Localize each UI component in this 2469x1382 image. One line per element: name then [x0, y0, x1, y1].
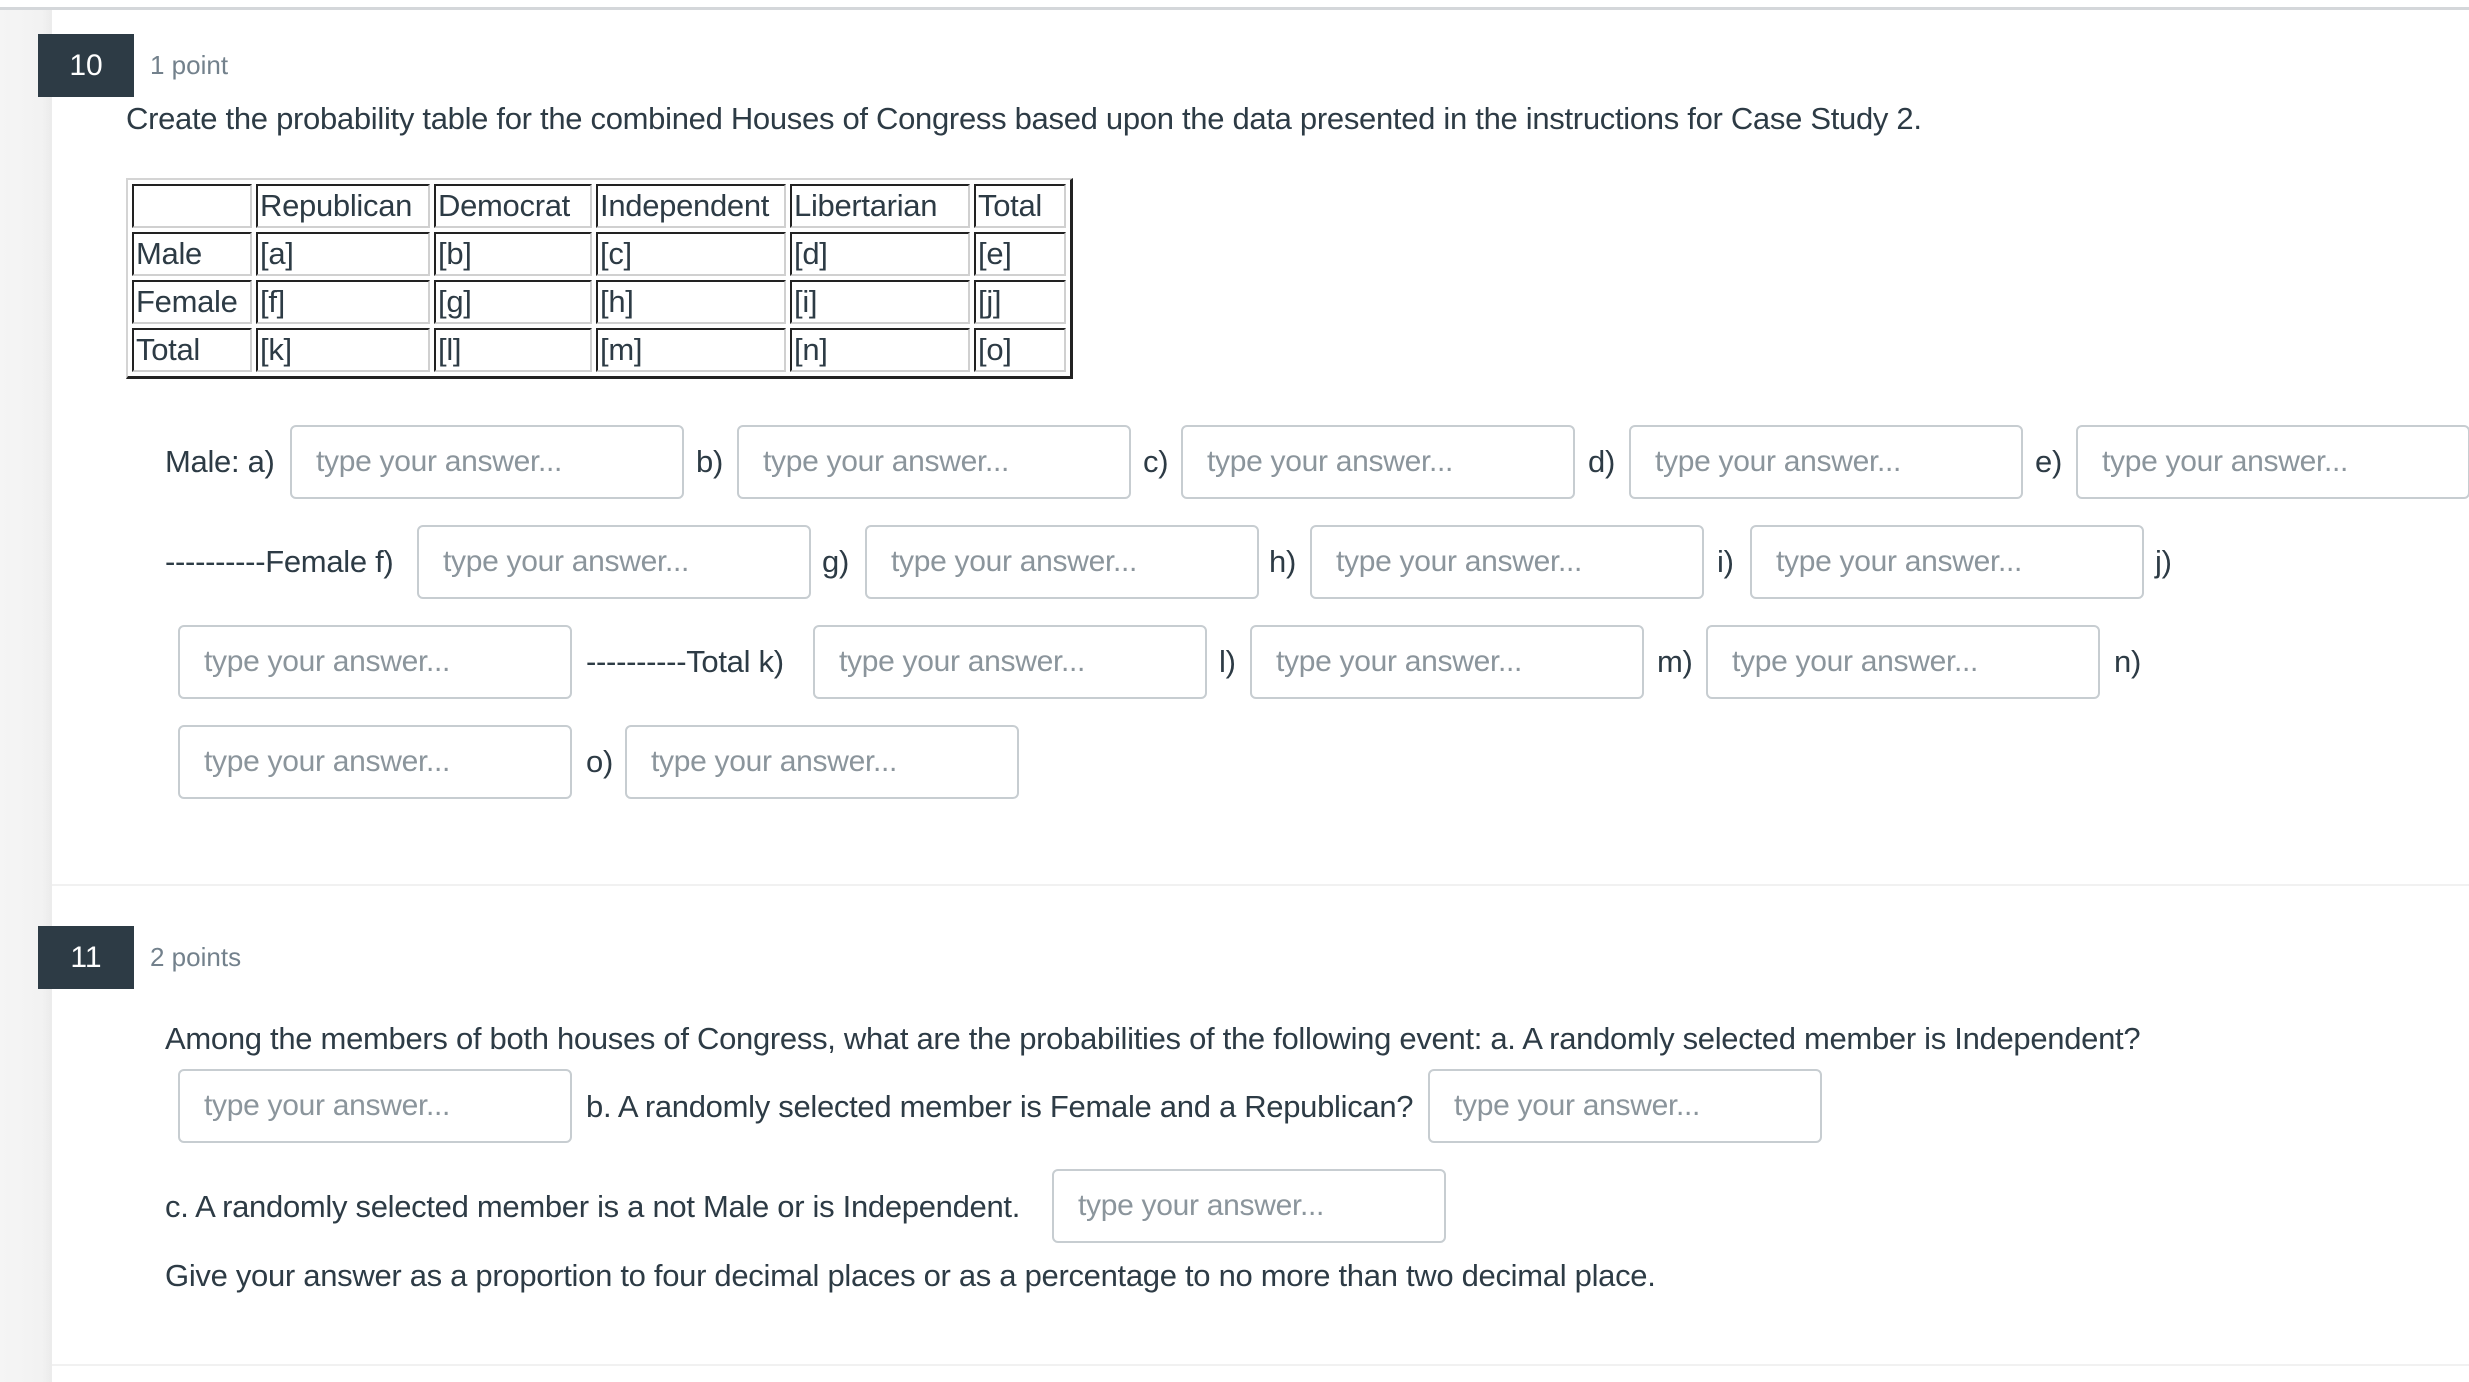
table-cell: [j] — [974, 280, 1066, 324]
table-cell: [g] — [434, 280, 592, 324]
label-e: e) — [2035, 444, 2062, 479]
table-cell: [i] — [790, 280, 970, 324]
label-h: h) — [1269, 544, 1296, 579]
answer-input-h[interactable] — [1310, 525, 1704, 599]
table-row-label: Female — [132, 280, 252, 324]
probability-table: Republican Democrat Independent Libertar… — [126, 178, 1073, 379]
answer-input-11c[interactable] — [1052, 1169, 1446, 1243]
answer-input-l[interactable] — [1250, 625, 1644, 699]
table-cell: [l] — [434, 328, 592, 372]
table-row: Total [k] [l] [m] [n] [o] — [132, 328, 1066, 372]
table-cell: [d] — [790, 232, 970, 276]
answer-input-i[interactable] — [1750, 525, 2144, 599]
question-text: Among the members of both houses of Cong… — [165, 1021, 2141, 1056]
label-j: j) — [2155, 544, 2172, 579]
answer-input-a[interactable] — [290, 425, 684, 499]
answer-input-o[interactable] — [625, 725, 1019, 799]
table-cell: [a] — [256, 232, 430, 276]
table-cell: [k] — [256, 328, 430, 372]
question-text: Create the probability table for the com… — [126, 101, 1922, 136]
label-n: n) — [2114, 644, 2141, 679]
label-i: i) — [1717, 544, 1734, 579]
table-header-cell: Independent — [596, 184, 786, 228]
question-part-b-text: b. A randomly selected member is Female … — [586, 1089, 1414, 1124]
answer-input-f[interactable] — [417, 525, 811, 599]
label-l: l) — [1219, 644, 1236, 679]
question-number-badge: 11 — [38, 926, 134, 989]
table-header-cell: Total — [974, 184, 1066, 228]
label-o: o) — [586, 744, 613, 779]
question-points: 1 point — [150, 50, 229, 80]
table-row: Male [a] [b] [c] [d] [e] — [132, 232, 1066, 276]
label-g: g) — [822, 544, 849, 579]
top-divider — [0, 7, 2469, 10]
question-divider — [52, 1364, 2469, 1366]
table-header-row: Republican Democrat Independent Libertar… — [132, 184, 1066, 228]
answer-input-d[interactable] — [1629, 425, 2023, 499]
table-cell: [h] — [596, 280, 786, 324]
label-d: d) — [1588, 444, 1615, 479]
table-row-label: Total — [132, 328, 252, 372]
answer-input-b[interactable] — [737, 425, 1131, 499]
table-cell: [c] — [596, 232, 786, 276]
label-female-f: ----------Female f) — [165, 544, 394, 579]
table-cell — [132, 184, 252, 228]
table-cell: [o] — [974, 328, 1066, 372]
answer-input-k[interactable] — [813, 625, 1207, 699]
label-total-k: ----------Total k) — [586, 644, 784, 679]
answer-input-j[interactable] — [178, 625, 572, 699]
left-gutter — [0, 10, 52, 1382]
table-header-cell: Republican — [256, 184, 430, 228]
table-cell: [e] — [974, 232, 1066, 276]
answer-input-11a[interactable] — [178, 1069, 572, 1143]
answer-input-g[interactable] — [865, 525, 1259, 599]
table-cell: [m] — [596, 328, 786, 372]
label-m: m) — [1657, 644, 1693, 679]
answer-input-e[interactable] — [2076, 425, 2469, 499]
table-cell: [b] — [434, 232, 592, 276]
answer-input-m[interactable] — [1706, 625, 2100, 699]
table-cell: [f] — [256, 280, 430, 324]
answer-input-n[interactable] — [178, 725, 572, 799]
question-points: 2 points — [150, 942, 242, 972]
table-row: Female [f] [g] [h] [i] [j] — [132, 280, 1066, 324]
answer-input-11b[interactable] — [1428, 1069, 1822, 1143]
answer-format-note: Give your answer as a proportion to four… — [165, 1258, 1656, 1293]
label-c: c) — [1143, 444, 1169, 479]
question-part-c-text: c. A randomly selected member is a not M… — [165, 1189, 1021, 1224]
answer-input-c[interactable] — [1181, 425, 1575, 499]
table-cell: [n] — [790, 328, 970, 372]
label-male-a: Male: a) — [165, 444, 275, 479]
question-number-badge: 10 — [38, 34, 134, 97]
label-b: b) — [696, 444, 723, 479]
question-divider — [52, 884, 2469, 886]
table-header-cell: Democrat — [434, 184, 592, 228]
table-header-cell: Libertarian — [790, 184, 970, 228]
table-row-label: Male — [132, 232, 252, 276]
